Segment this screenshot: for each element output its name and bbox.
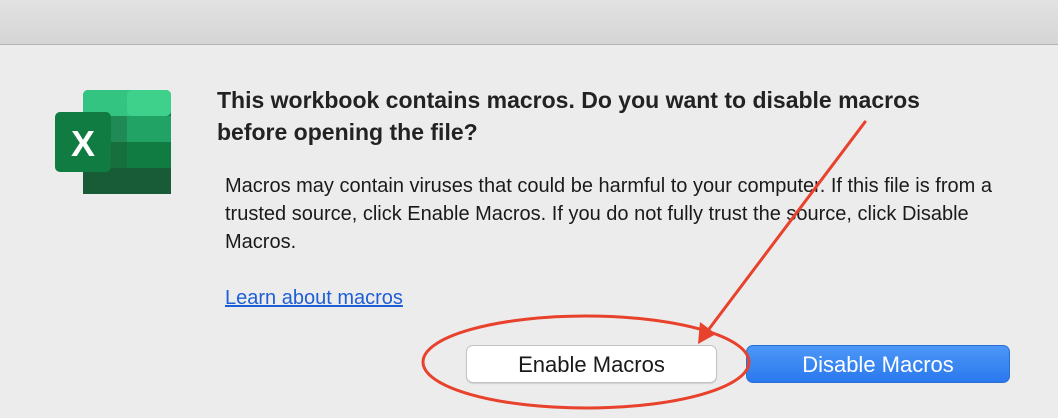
title-bar[interactable] — [0, 0, 1058, 45]
excel-icon: X — [55, 90, 171, 194]
disable-macros-button[interactable]: Disable Macros — [746, 345, 1010, 383]
macro-warning-window: X This workbook contains macros. Do you … — [0, 0, 1058, 418]
excel-icon-letter: X — [71, 123, 95, 164]
dialog-headline: This workbook contains macros. Do you wa… — [217, 87, 920, 145]
learn-about-macros-link[interactable]: Learn about macros — [225, 284, 403, 312]
enable-macros-button[interactable]: Enable Macros — [466, 345, 717, 383]
dialog-message: Macros may contain viruses that could be… — [225, 175, 992, 253]
